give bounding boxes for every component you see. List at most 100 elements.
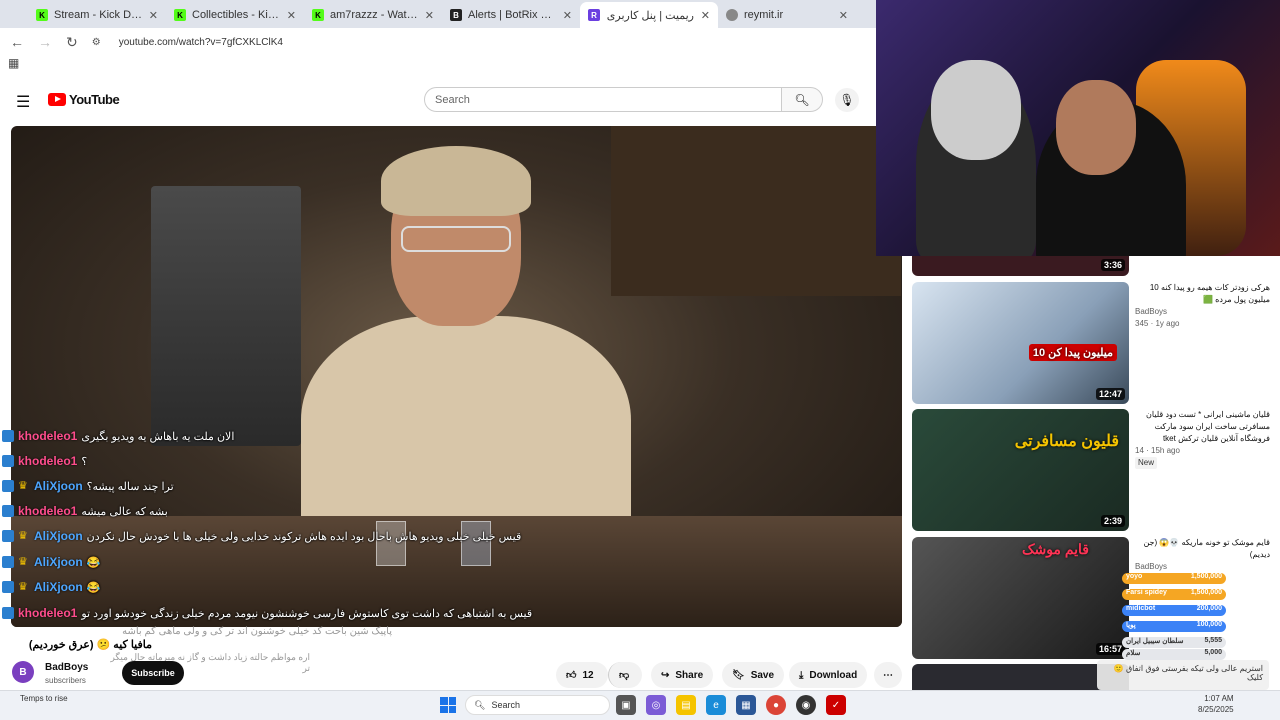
recommendation-title[interactable]: قایم موشک تو خونه ماریکه 💀😱 (جن دیدیم) bbox=[1135, 537, 1270, 561]
recommendation-title[interactable]: هرکی زودتر کات هیمه رو پیدا کنه 10 میلیو… bbox=[1135, 282, 1270, 306]
video-player[interactable] bbox=[11, 126, 902, 627]
recommendation-thumbnail[interactable]: قایم موشک 16:57 bbox=[912, 537, 1129, 659]
donation-row: yoyo 1,500,000 bbox=[1122, 573, 1226, 584]
close-tab-icon[interactable]: ✕ bbox=[839, 9, 848, 22]
taskbar-search[interactable]: 🔍︎ Search bbox=[465, 695, 610, 715]
reload-icon[interactable]: ↻ bbox=[66, 34, 78, 51]
recommendation-channel[interactable]: BadBoys bbox=[1135, 306, 1270, 318]
thumbnail-text: 10 میلیون پیدا کن bbox=[1028, 344, 1117, 361]
donation-row: Farsi spidey 1,500,000 bbox=[1122, 589, 1226, 600]
search-icon: 🔍︎ bbox=[794, 92, 810, 107]
back-icon[interactable]: ← bbox=[10, 34, 24, 50]
tab-title: ریمیت | پنل کاربری bbox=[606, 9, 694, 22]
recommendation-thumbnail[interactable]: 3:36 bbox=[912, 256, 1129, 276]
forward-icon[interactable]: → bbox=[38, 34, 52, 50]
kick-icon: K bbox=[174, 9, 186, 21]
recommendation-thumbnail[interactable]: 10 میلیون پیدا کن 12:47 bbox=[912, 282, 1129, 404]
thumbs-down-icon: 👎︎ bbox=[619, 670, 630, 681]
tab-title: Alerts | BotRix — Cloud St bbox=[468, 9, 557, 21]
tab-title: reymit.ir bbox=[744, 9, 784, 21]
like-count: 12 bbox=[582, 669, 594, 681]
close-tab-icon[interactable]: ✕ bbox=[287, 9, 296, 22]
donor-name: Farsi spidey bbox=[1126, 589, 1167, 596]
recommendation-info: هرکی زودتر کات هیمه رو پیدا کنه 10 میلیو… bbox=[1135, 282, 1270, 404]
address-bar[interactable]: youtube.com/watch?v=7gfCXKLClK4 bbox=[119, 37, 283, 48]
download-button[interactable]: ⤓ Download bbox=[789, 662, 868, 688]
video-scene-cabinet bbox=[611, 126, 901, 296]
tab-title: Collectibles - Kick Stream bbox=[192, 9, 281, 21]
donor-name: پویا bbox=[1126, 622, 1136, 629]
thumbnail-text: قایم موشک bbox=[1021, 541, 1089, 557]
chat-message: ♛ AliXjoon 😂 bbox=[2, 579, 100, 595]
search-icon: 🔍︎ bbox=[474, 699, 486, 710]
task-view-icon[interactable]: ▣ bbox=[616, 695, 636, 715]
search-input[interactable]: Search bbox=[424, 87, 782, 112]
browser-tab[interactable]: K Collectibles - Kick Stream ✕ bbox=[166, 2, 304, 28]
browser-tab[interactable]: K Stream - Kick Dashboard ✕ bbox=[28, 2, 166, 28]
browser-tab[interactable]: reymit.ir ✕ bbox=[718, 2, 856, 28]
chat-username: khodeleo1 bbox=[18, 429, 78, 443]
browser-tab-active[interactable]: R ریمیت | پنل کاربری ✕ bbox=[580, 2, 718, 28]
tab-title: am7razzz - Watch clips on bbox=[330, 9, 419, 21]
close-tab-icon[interactable]: ✕ bbox=[701, 9, 710, 22]
channel-avatar[interactable]: B bbox=[12, 661, 34, 683]
chat-message: khodeleo1 قیس به اشتباهی که داشت توی کاس… bbox=[2, 605, 532, 621]
site-info-icon[interactable]: ⚙ bbox=[92, 37, 101, 48]
browser-tab[interactable]: K am7razzz - Watch clips on ✕ bbox=[304, 2, 442, 28]
file-explorer-icon[interactable]: ▤ bbox=[676, 695, 696, 715]
youtube-logo-text: YouTube bbox=[69, 92, 120, 107]
crown-icon: ♛ bbox=[18, 480, 28, 492]
recommendation-title[interactable]: قلیان ماشینی ایرانی * تست دود قلیان مساف… bbox=[1135, 409, 1270, 445]
chat-username: khodeleo1 bbox=[18, 504, 78, 518]
close-tab-icon[interactable]: ✕ bbox=[149, 9, 158, 22]
mic-icon: 🎙︎ bbox=[839, 93, 855, 107]
close-tab-icon[interactable]: ✕ bbox=[425, 9, 434, 22]
share-icon: ↪ bbox=[661, 669, 670, 681]
chat-badge-icon bbox=[2, 430, 14, 442]
recommendation-thumbnail[interactable]: قلیون مسافرتی 2:39 bbox=[912, 409, 1129, 531]
chat-message: khodeleo1 الان ملت یه باهاش یه ویدیو بگی… bbox=[2, 428, 234, 444]
chat-text: ؟ bbox=[81, 455, 88, 468]
share-button[interactable]: ↪ Share bbox=[651, 662, 714, 688]
voice-search-button[interactable]: 🎙︎ bbox=[835, 88, 859, 112]
recommendation-channel[interactable]: BadBoys bbox=[1135, 561, 1270, 573]
chat-badge-icon bbox=[2, 480, 14, 492]
app-icon[interactable]: ✓ bbox=[826, 695, 846, 715]
search-button[interactable]: 🔍︎ bbox=[781, 87, 823, 112]
browser-tab[interactable]: B Alerts | BotRix — Cloud St ✕ bbox=[442, 2, 580, 28]
chat-text: الان ملت یه باهاش یه ویدیو بگیری bbox=[81, 430, 235, 443]
bookmark-icon: 🔖︎ bbox=[732, 669, 745, 681]
dislike-button[interactable]: 👎︎ bbox=[608, 662, 642, 688]
edge-icon[interactable]: e bbox=[706, 695, 726, 715]
notification-popup[interactable]: استریم عالی ولی تیکه بفرستی فوق اتفاق 🙂 … bbox=[1097, 660, 1269, 690]
donation-row: midicbot 200,000 bbox=[1122, 605, 1226, 616]
weather-widget[interactable]: Temps to rise bbox=[20, 694, 68, 703]
windows-start-icon[interactable] bbox=[440, 697, 456, 713]
chat-username: AliXjoon bbox=[34, 555, 83, 569]
obs-icon[interactable]: ◉ bbox=[796, 695, 816, 715]
youtube-logo[interactable]: YouTube bbox=[48, 92, 120, 107]
chat-username: AliXjoon bbox=[34, 529, 83, 543]
more-actions-button[interactable]: ⋯ bbox=[874, 662, 902, 688]
save-button[interactable]: 🔖︎ Save bbox=[722, 662, 785, 688]
download-icon: ⤓ bbox=[799, 669, 804, 681]
channel-name[interactable]: BadBoys bbox=[45, 662, 88, 673]
system-clock[interactable]: 1:07 AM 8/25/2025 bbox=[1198, 693, 1234, 715]
store-icon[interactable]: ▦ bbox=[736, 695, 756, 715]
like-button[interactable]: 👍︎ 12 bbox=[556, 662, 608, 688]
apps-grid-icon[interactable]: ▦ bbox=[8, 56, 19, 70]
chat-username: AliXjoon bbox=[34, 580, 83, 594]
chat-badge-icon bbox=[2, 607, 14, 619]
subscribe-button[interactable]: Subscribe bbox=[122, 661, 184, 685]
streamer-webcam bbox=[876, 0, 1280, 256]
chrome-icon[interactable]: ● bbox=[766, 695, 786, 715]
close-tab-icon[interactable]: ✕ bbox=[563, 9, 572, 22]
donation-amount: 5,555 bbox=[1204, 637, 1222, 644]
copilot-icon[interactable]: ◎ bbox=[646, 695, 666, 715]
taskbar-search-label: Search bbox=[491, 700, 520, 710]
chat-badge-icon bbox=[2, 530, 14, 542]
recommendation-item[interactable]: 10 میلیون پیدا کن 12:47 هرکی زودتر کات ه… bbox=[912, 282, 1270, 404]
overlay-text-line: مافیا کیه 😕 (عرق خوردیم) bbox=[28, 639, 152, 651]
recommendation-item[interactable]: قلیون مسافرتی 2:39 قلیان ماشینی ایرانی *… bbox=[912, 409, 1270, 531]
menu-icon[interactable]: ☰ bbox=[16, 92, 30, 112]
